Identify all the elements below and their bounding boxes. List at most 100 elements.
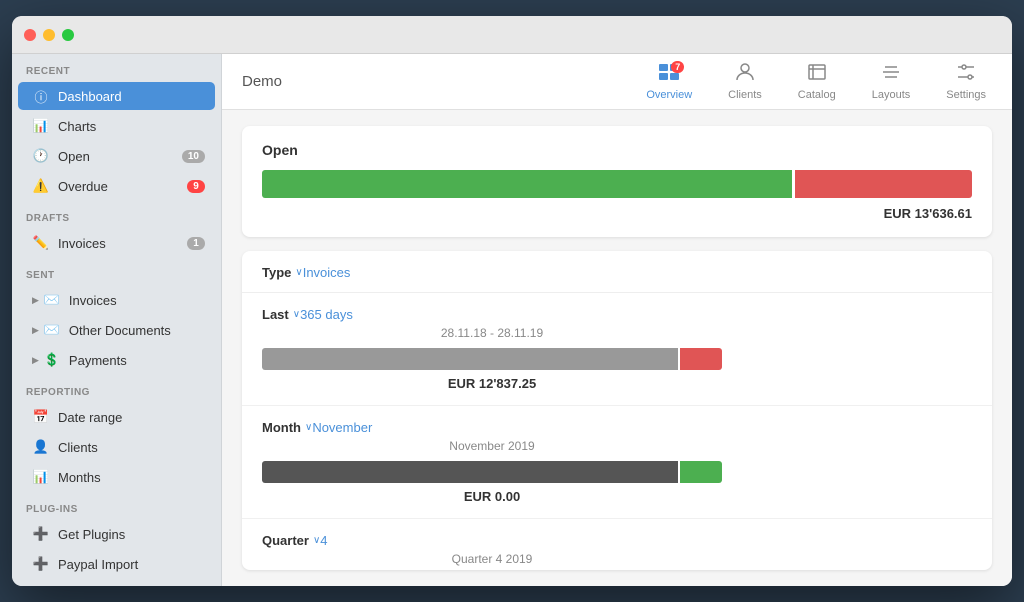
sidebar: RECENT ⓘ Dashboard 📊 Charts 🕐 Open 10 ⚠️…	[12, 54, 222, 586]
pencil-icon: ✏️	[32, 234, 50, 252]
month-value[interactable]: November	[312, 420, 372, 435]
tab-settings[interactable]: Settings	[940, 59, 992, 105]
type-label: Type	[262, 265, 291, 280]
sidebar-item-invoices-draft[interactable]: ✏️ Invoices 1	[18, 229, 215, 257]
last-chevron: ∨	[293, 309, 300, 320]
sidebar-item-clients[interactable]: 👤 Clients	[18, 433, 215, 461]
month-bar-dark	[262, 461, 678, 483]
expand-arrow-other: ▶	[32, 325, 39, 336]
reporting-label: REPORTING	[12, 375, 221, 402]
main-window: RECENT ⓘ Dashboard 📊 Charts 🕐 Open 10 ⚠️…	[12, 16, 1012, 586]
mail-icon: ✉️	[43, 291, 61, 309]
stats-card: Type ∨ Invoices Last ∨ 365 days	[242, 251, 992, 570]
sidebar-item-other-documents[interactable]: ▶ ✉️ Other Documents	[18, 316, 215, 344]
paypal-icon: ➕	[32, 555, 50, 573]
sidebar-label-clients: Clients	[58, 440, 205, 455]
main-content: Demo 7	[222, 54, 1012, 586]
sidebar-label-payments: Payments	[69, 353, 205, 368]
sidebar-item-charts[interactable]: 📊 Charts	[18, 112, 215, 140]
drafts-label: DRAFTS	[12, 201, 221, 228]
stat-quarter-left: Quarter ∨ 4 Quarter 4 2019 EUR 0.00	[262, 533, 742, 570]
recent-label: RECENT	[12, 54, 221, 81]
tab-layouts[interactable]: Layouts	[866, 59, 917, 105]
open-bar-green	[262, 170, 792, 198]
overdue-icon: ⚠️	[32, 177, 50, 195]
minimize-button[interactable]	[43, 29, 55, 41]
titlebar	[12, 16, 1012, 54]
month-chevron: ∨	[305, 422, 312, 433]
plugins-label: PLUG-INS	[12, 492, 221, 519]
settings-label: Settings	[946, 89, 986, 101]
quarter-date: Quarter 4 2019	[262, 552, 722, 566]
tab-catalog[interactable]: Catalog	[792, 59, 842, 105]
month-date: November 2019	[262, 439, 722, 453]
months-icon: 📊	[32, 468, 50, 486]
month-label: Month	[262, 420, 301, 435]
catalog-label: Catalog	[798, 89, 836, 101]
layouts-icon	[881, 63, 901, 86]
page-title: Demo	[242, 73, 282, 90]
close-button[interactable]	[24, 29, 36, 41]
sidebar-item-overdue[interactable]: ⚠️ Overdue 9	[18, 172, 215, 200]
quarter-chevron: ∨	[313, 535, 320, 546]
last-bar-gray	[262, 348, 678, 370]
maximize-button[interactable]	[62, 29, 74, 41]
payments-icon: 💲	[43, 351, 61, 369]
open-card-title: Open	[262, 142, 972, 158]
sidebar-item-months[interactable]: 📊 Months	[18, 463, 215, 491]
catalog-icon	[807, 63, 827, 86]
sidebar-label-other-documents: Other Documents	[69, 323, 205, 338]
sidebar-label-charts: Charts	[58, 119, 205, 134]
last-bar-red	[680, 348, 722, 370]
last-value[interactable]: 365 days	[300, 307, 353, 322]
quarter-value[interactable]: 4	[320, 533, 327, 548]
last-date: 28.11.18 - 28.11.19	[262, 326, 722, 340]
month-bar	[262, 461, 722, 483]
settings-icon	[956, 63, 976, 86]
tab-overview[interactable]: 7 Overview	[640, 59, 698, 105]
open-badge: 10	[182, 150, 205, 163]
sidebar-item-date-range[interactable]: 📅 Date range	[18, 403, 215, 431]
month-bar-green	[680, 461, 722, 483]
sent-label: SENT	[12, 258, 221, 285]
sidebar-item-get-plugins[interactable]: ➕ Get Plugins	[18, 520, 215, 548]
dashboard-icon: ⓘ	[32, 87, 50, 105]
sidebar-label-months: Months	[58, 470, 205, 485]
month-amount: EUR 0.00	[262, 489, 722, 504]
stat-section-quarter: Quarter ∨ 4 Quarter 4 2019 EUR 0.00	[242, 519, 992, 570]
stats-header: Type ∨ Invoices	[242, 251, 992, 293]
topnav: Demo 7	[222, 54, 1012, 110]
sidebar-label-get-plugins: Get Plugins	[58, 527, 205, 542]
sidebar-label-invoices-sent: Invoices	[69, 293, 205, 308]
tab-clients[interactable]: Clients	[722, 59, 768, 105]
open-bar	[262, 170, 972, 198]
overview-label: Overview	[646, 89, 692, 101]
stats-body: Last ∨ 365 days 28.11.18 - 28.11.19 EUR …	[242, 293, 992, 570]
sidebar-label-dashboard: Dashboard	[58, 89, 205, 104]
sidebar-label-overdue: Overdue	[58, 179, 187, 194]
open-icon: 🕐	[32, 147, 50, 165]
sidebar-item-open[interactable]: 🕐 Open 10	[18, 142, 215, 170]
layouts-label: Layouts	[872, 89, 911, 101]
expand-arrow-payments: ▶	[32, 355, 39, 366]
sidebar-item-invoices-sent[interactable]: ▶ ✉️ Invoices	[18, 286, 215, 314]
clients-label: Clients	[728, 89, 762, 101]
document-icon: ✉️	[43, 321, 61, 339]
stat-last-left: Last ∨ 365 days 28.11.18 - 28.11.19 EUR …	[262, 307, 742, 391]
traffic-lights	[24, 29, 74, 41]
stat-month-left: Month ∨ November November 2019 EUR 0.00	[262, 420, 742, 504]
sidebar-label-date-range: Date range	[58, 410, 205, 425]
clients-icon: 👤	[32, 438, 50, 456]
sidebar-label-invoices-draft: Invoices	[58, 236, 187, 251]
type-value[interactable]: Invoices	[303, 265, 351, 280]
quarter-label: Quarter	[262, 533, 309, 548]
content-area: Open EUR 13'636.61 Type ∨ Invoices	[222, 110, 1012, 586]
open-card: Open EUR 13'636.61	[242, 126, 992, 237]
sidebar-item-paypal[interactable]: ➕ Paypal Import	[18, 550, 215, 578]
overview-badge: 7	[671, 61, 684, 73]
stat-section-month: Month ∨ November November 2019 EUR 0.00	[242, 406, 992, 519]
sidebar-item-dashboard[interactable]: ⓘ Dashboard	[18, 82, 215, 110]
invoices-draft-badge: 1	[187, 237, 205, 250]
open-amount: EUR 13'636.61	[262, 206, 972, 221]
sidebar-item-payments[interactable]: ▶ 💲 Payments	[18, 346, 215, 374]
